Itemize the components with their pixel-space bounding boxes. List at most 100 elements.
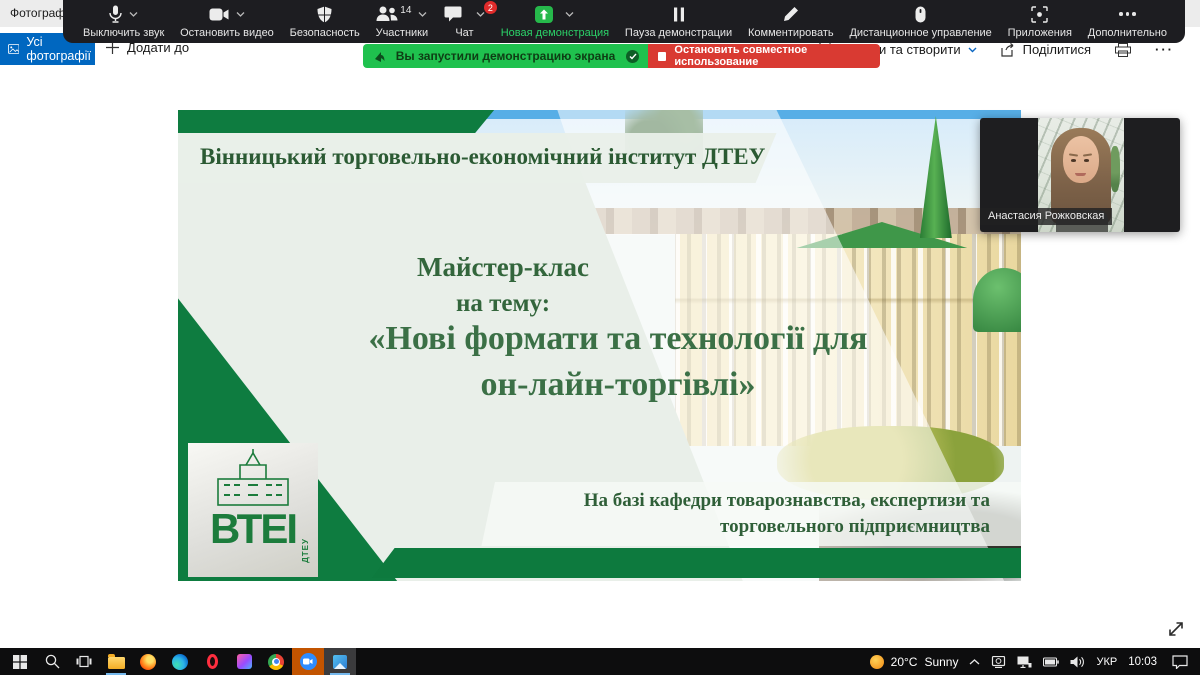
weather-temp: 20°C <box>891 655 918 669</box>
slide-footer-line2: торговельного підприємництва <box>720 516 990 538</box>
language-indicator[interactable]: УКР <box>1096 656 1117 668</box>
participant-mouth <box>1075 173 1086 176</box>
chat-badge: 2 <box>484 1 497 14</box>
edge-button[interactable] <box>164 648 196 675</box>
windows-taskbar: 20°C Sunny УКР 10:03 <box>0 648 1200 675</box>
slide-topic-line1: «Нові формати та технології для <box>268 320 968 358</box>
participants-button[interactable]: 14 Участники <box>376 4 429 40</box>
folder-icon <box>108 657 125 669</box>
screen-share-status-banner: Вы запустили демонстрацию экрана <box>363 44 648 68</box>
network-icon[interactable] <box>1017 656 1032 668</box>
annotate-button[interactable]: Комментировать <box>748 4 834 40</box>
sun-icon <box>870 655 884 669</box>
apps-button[interactable]: Приложения <box>1008 4 1072 40</box>
participant-video[interactable]: Анастасия Рожковская <box>980 118 1180 232</box>
tray-expand-chevron[interactable] <box>969 659 980 665</box>
chrome-button[interactable] <box>260 648 292 675</box>
new-share-chevron[interactable] <box>565 12 574 17</box>
weather-widget[interactable]: 20°C Sunny <box>870 655 959 669</box>
slide-bottom-green-band <box>372 548 1021 578</box>
resize-diagonal-icon[interactable] <box>1166 619 1186 639</box>
participants-label: Участники <box>376 27 429 40</box>
clock[interactable]: 10:03 <box>1128 656 1157 668</box>
more-dots-icon <box>1119 4 1136 24</box>
pencil-icon <box>783 6 799 22</box>
mouse-icon <box>915 6 926 23</box>
slide-top-green-band <box>178 110 494 133</box>
participant-name-label: Анастасия Рожковская <box>980 208 1112 225</box>
apps-icon <box>1031 6 1048 23</box>
greenhouse-plant <box>1110 146 1120 192</box>
paint-3d-button[interactable] <box>228 648 260 675</box>
participants-chevron[interactable] <box>418 12 427 17</box>
slide-institute-title: Вінницький торговельно-економічний інсти… <box>200 144 780 170</box>
taskbar-apps <box>0 648 356 675</box>
screen-share-icon <box>535 6 553 23</box>
paint-3d-icon <box>237 654 252 669</box>
printer-icon <box>1115 43 1131 57</box>
new-share-label: Новая демонстрация <box>501 27 609 40</box>
shield-check-icon[interactable] <box>626 50 639 63</box>
action-center-button[interactable] <box>1172 655 1188 669</box>
volume-icon[interactable] <box>1070 656 1085 668</box>
security-button[interactable]: Безопасность <box>290 4 360 40</box>
mute-chevron[interactable] <box>129 12 138 17</box>
task-view-icon <box>76 655 92 668</box>
slide-topic-line2: он-лайн-торгівлі» <box>268 366 968 404</box>
edge-icon <box>172 654 188 670</box>
paint-green-dome <box>973 268 1021 332</box>
stop-video-chevron[interactable] <box>236 12 245 17</box>
chat-button[interactable]: 2 Чат <box>444 4 485 40</box>
system-tray: 20°C Sunny УКР 10:03 <box>870 655 1200 669</box>
more-button[interactable]: Дополнительно <box>1088 4 1167 40</box>
pause-share-button[interactable]: Пауза демонстрации <box>625 4 732 40</box>
search-button[interactable] <box>36 648 68 675</box>
opera-button[interactable] <box>196 648 228 675</box>
video-camera-icon <box>209 8 229 21</box>
stop-icon <box>658 52 666 61</box>
battery-icon[interactable] <box>1043 657 1059 667</box>
screen-share-status-icon <box>373 50 385 63</box>
chrome-icon <box>268 654 284 670</box>
chat-chevron[interactable] <box>476 12 485 17</box>
zoom-app-icon <box>300 653 317 670</box>
more-label: Дополнительно <box>1088 27 1167 40</box>
chat-bubble-icon <box>444 6 462 22</box>
mute-button[interactable]: Выключить звук <box>83 4 164 40</box>
zoom-app-button[interactable] <box>292 648 324 675</box>
vtei-logo-subtext: ДТЕУ <box>301 538 310 563</box>
annotate-label: Комментировать <box>748 27 834 40</box>
shield-icon <box>317 6 332 23</box>
apps-label: Приложения <box>1008 27 1072 40</box>
start-button[interactable] <box>4 648 36 675</box>
search-icon <box>45 654 60 669</box>
desktop-screen: Фотограф Усі фотографії Додати до <box>0 0 1200 675</box>
participants-count: 14 <box>400 5 411 16</box>
presentation-slide: Вінницький торговельно-економічний інсти… <box>178 110 1021 581</box>
chevron-down-icon <box>968 47 977 53</box>
photos-app-button[interactable] <box>324 648 356 675</box>
participant-eye <box>1071 159 1076 162</box>
microphone-icon <box>109 5 122 23</box>
task-view-button[interactable] <box>68 648 100 675</box>
firefox-icon <box>140 654 156 670</box>
mute-label: Выключить звук <box>83 27 164 40</box>
remote-control-button[interactable]: Дистанционное управление <box>849 4 991 40</box>
stop-share-button[interactable]: Остановить совместное использование <box>648 44 880 68</box>
weather-condition: Sunny <box>924 655 958 669</box>
participant-eye <box>1084 159 1089 162</box>
firefox-button[interactable] <box>132 648 164 675</box>
stop-video-button[interactable]: Остановить видео <box>180 4 274 40</box>
stop-video-label: Остановить видео <box>180 27 274 40</box>
file-explorer-button[interactable] <box>100 648 132 675</box>
new-share-button[interactable]: Новая демонстрация <box>501 4 609 40</box>
participants-icon <box>376 6 398 22</box>
share-button[interactable]: Поділитися <box>1001 42 1091 57</box>
cast-icon[interactable] <box>991 656 1006 668</box>
slide-footer-line1: На базі кафедри товарознавства, експерти… <box>584 490 990 512</box>
more-options-button[interactable]: ··· <box>1155 42 1174 57</box>
print-button[interactable] <box>1115 43 1131 57</box>
chat-label: Чат <box>455 27 473 40</box>
opera-icon <box>207 654 218 669</box>
stop-share-label: Остановить совместное использование <box>674 44 880 68</box>
